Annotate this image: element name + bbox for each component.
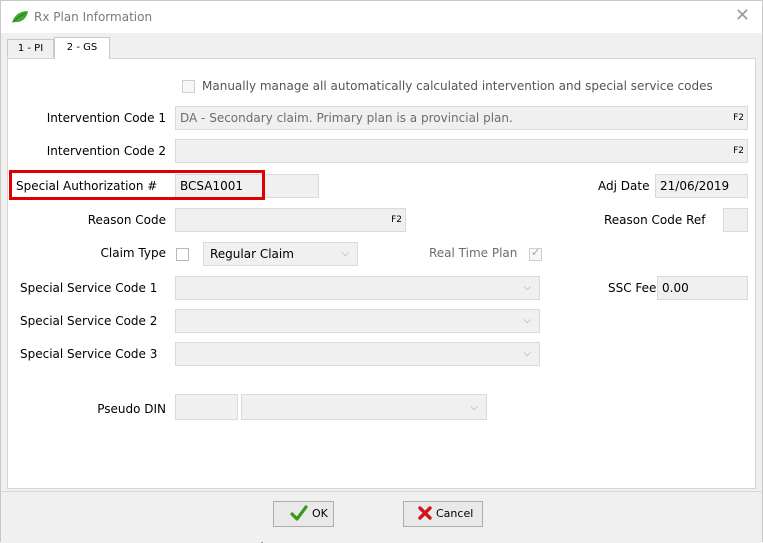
intervention-code-2-lookup-key[interactable]: F2 xyxy=(733,140,744,162)
intervention-code-1-field[interactable]: DA - Secondary claim. Primary plan is a … xyxy=(175,106,748,130)
x-mark-icon xyxy=(418,506,432,520)
special-authorization-label: Special Authorization # xyxy=(16,179,158,193)
special-service-code-3-select[interactable]: ⌵ xyxy=(175,342,540,366)
ssc-fee-value: 0.00 xyxy=(662,281,689,295)
ok-button-label: OK xyxy=(312,507,328,520)
ok-button[interactable]: OK xyxy=(273,501,334,527)
special-service-code-1-select[interactable]: ⌵ xyxy=(175,276,540,300)
general-settings-panel: Manually manage all automatically calcul… xyxy=(7,58,756,489)
real-time-plan-checkbox[interactable]: ✓ xyxy=(529,246,542,261)
manual-manage-checkbox[interactable] xyxy=(182,80,195,93)
ssc-fee-field[interactable]: 0.00 xyxy=(657,276,748,300)
pseudo-din-select[interactable]: ⌵ xyxy=(241,394,487,420)
dialog-footer xyxy=(1,491,762,542)
reason-code-field[interactable]: F2 xyxy=(175,208,406,232)
close-icon[interactable]: ✕ xyxy=(735,7,750,25)
cancel-button-label: Cancel xyxy=(436,507,474,520)
reason-code-ref-field[interactable] xyxy=(723,208,748,232)
cancel-button[interactable]: Cancel xyxy=(403,501,483,527)
window-title: Rx Plan Information xyxy=(34,10,153,24)
chevron-down-icon: ⌵ xyxy=(341,248,349,259)
claim-type-select[interactable]: Regular Claim ⌵ xyxy=(203,242,358,266)
intervention-code-1-label: Intervention Code 1 xyxy=(46,111,166,125)
ssc-fee-label: SSC Fee xyxy=(608,281,657,295)
chevron-down-icon: ⌵ xyxy=(523,348,531,359)
tab-pi[interactable]: 1 - PI xyxy=(7,39,54,57)
adj-date-value: 21/06/2019 xyxy=(660,179,730,193)
claim-type-label: Claim Type xyxy=(100,246,166,260)
title-bar: Rx Plan Information ✕ xyxy=(1,1,762,33)
intervention-code-2-field[interactable]: F2 xyxy=(175,139,748,163)
tab-gs[interactable]: 2 - GS xyxy=(54,37,110,59)
special-authorization-value: BCSA1001 xyxy=(180,179,243,193)
special-authorization-field[interactable]: BCSA1001 xyxy=(175,174,319,198)
claim-type-value: Regular Claim xyxy=(210,247,294,261)
claim-type-checkbox[interactable] xyxy=(176,248,189,261)
reason-code-lookup-key[interactable]: F2 xyxy=(391,209,402,231)
intervention-code-1-lookup-key[interactable]: F2 xyxy=(733,107,744,129)
manual-manage-label: Manually manage all automatically calcul… xyxy=(202,79,713,93)
chevron-down-icon: ⌵ xyxy=(523,315,531,326)
special-service-code-3-label: Special Service Code 3 xyxy=(20,347,158,361)
adj-date-field[interactable]: 21/06/2019 xyxy=(655,174,748,198)
reason-code-ref-label: Reason Code Ref xyxy=(604,213,706,227)
intervention-code-2-label: Intervention Code 2 xyxy=(46,144,166,158)
special-service-code-2-label: Special Service Code 2 xyxy=(20,314,158,328)
intervention-code-1-value: DA - Secondary claim. Primary plan is a … xyxy=(180,111,513,125)
leaf-icon xyxy=(12,11,28,23)
special-service-code-2-select[interactable]: ⌵ xyxy=(175,309,540,333)
rx-plan-information-dialog: Rx Plan Information ✕ 1 - PI 2 - GS Manu… xyxy=(0,0,763,543)
real-time-plan-label: Real Time Plan xyxy=(429,246,518,260)
pseudo-din-label: Pseudo DIN xyxy=(97,402,166,416)
chevron-down-icon: ⌵ xyxy=(523,282,531,293)
checkmark-icon: ✓ xyxy=(531,246,541,259)
adj-date-label: Adj Date xyxy=(598,179,650,193)
special-service-code-1-label: Special Service Code 1 xyxy=(20,281,158,295)
background-window-strip xyxy=(261,537,521,543)
chevron-down-icon: ⌵ xyxy=(470,402,478,413)
checkmark-icon xyxy=(290,505,308,521)
pseudo-din-field[interactable] xyxy=(175,394,238,420)
reason-code-label: Reason Code xyxy=(87,213,166,227)
